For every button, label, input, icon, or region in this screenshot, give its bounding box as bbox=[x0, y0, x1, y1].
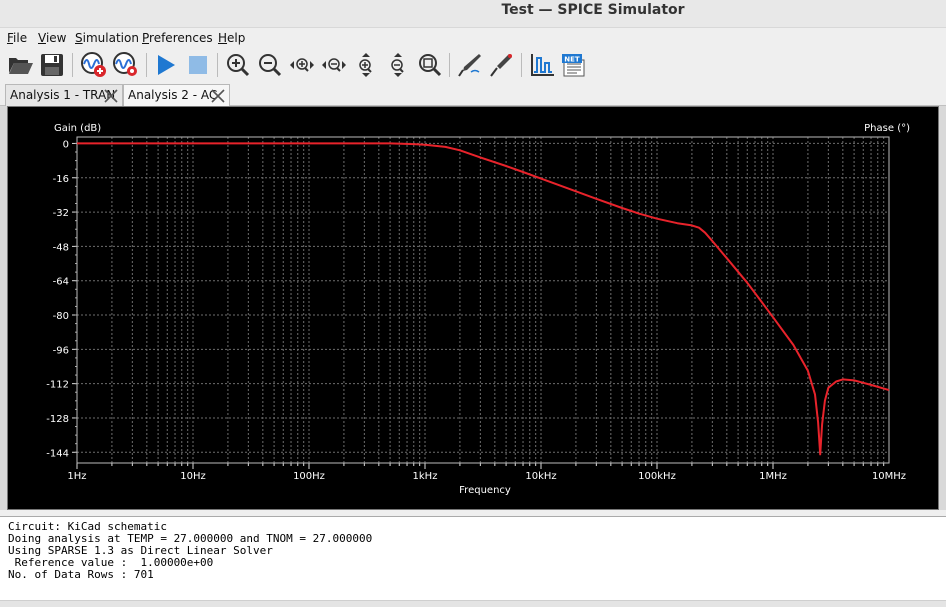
x-tick-label: 10MHz bbox=[872, 471, 906, 482]
x-tick-label: 10Hz bbox=[180, 471, 206, 482]
y-tick-label: -96 bbox=[53, 345, 69, 356]
x-tick-label: 1MHz bbox=[759, 471, 787, 482]
x-tick-label: 100kHz bbox=[638, 471, 676, 482]
toolbar-separator bbox=[146, 53, 147, 77]
stop-simulation-button[interactable] bbox=[184, 51, 212, 79]
save-button[interactable] bbox=[38, 51, 66, 79]
menu-simulation-mnemonic: S bbox=[75, 31, 83, 45]
menu-preferences-label: references bbox=[149, 31, 213, 45]
zoom-fit-icon bbox=[419, 54, 442, 77]
menu-help-label: elp bbox=[227, 31, 246, 45]
stop-simulation-icon bbox=[189, 56, 207, 74]
menu-view-mnemonic: V bbox=[38, 31, 46, 45]
window-title: Test — SPICE Simulator bbox=[501, 2, 685, 18]
zoom-in-horizontal-icon bbox=[290, 58, 314, 72]
zoom-in-vertical-button[interactable] bbox=[352, 51, 380, 79]
menu-file[interactable]: File bbox=[7, 31, 27, 45]
tune-button[interactable] bbox=[488, 51, 516, 79]
analysis-tab-bar: Analysis 1 - TRAN Analysis 2 - AC bbox=[0, 82, 946, 107]
open-button[interactable] bbox=[7, 51, 35, 79]
axis-labels: 0 -16 -32 -48 -64 -80 -96 -112 -128 -144 1Hz 10Hz 10… bbox=[46, 123, 910, 496]
title-bar: Test — SPICE Simulator bbox=[0, 0, 946, 28]
plot-grid bbox=[76, 137, 890, 463]
zoom-out-button[interactable] bbox=[256, 51, 284, 79]
menu-view-label: iew bbox=[45, 31, 67, 45]
toolbar-separator bbox=[72, 53, 73, 77]
y-tick-label: -48 bbox=[53, 242, 69, 253]
left-panel-edge bbox=[0, 106, 7, 510]
x-tick-label: 100Hz bbox=[293, 471, 325, 482]
toolbar: NET bbox=[0, 48, 946, 82]
bode-plot[interactable]: 0 -16 -32 -48 -64 -80 -96 -112 -128 -144 1Hz 10Hz 10… bbox=[8, 107, 938, 509]
probe-icon bbox=[458, 54, 481, 77]
console-line: No. of Data Rows : 701 bbox=[8, 568, 154, 581]
zoom-fit-button[interactable] bbox=[416, 51, 444, 79]
toolbar-separator bbox=[217, 53, 218, 77]
zoom-out-vertical-button[interactable] bbox=[384, 51, 412, 79]
x-tick-label: 1Hz bbox=[67, 471, 86, 482]
y-tick-label: -64 bbox=[53, 277, 69, 288]
netlist-icon: NET bbox=[562, 54, 585, 77]
probe-settings-button[interactable] bbox=[112, 51, 140, 79]
y-tick-label: 0 bbox=[63, 139, 69, 150]
zoom-in-vertical-icon bbox=[359, 53, 372, 77]
horizontal-scrollbar[interactable] bbox=[0, 600, 946, 607]
menu-preferences[interactable]: Preferences bbox=[142, 31, 213, 45]
zoom-out-horizontal-button[interactable] bbox=[320, 51, 348, 79]
x-tick-label: 1kHz bbox=[413, 471, 438, 482]
x-axis-title: Frequency bbox=[459, 485, 511, 496]
toolbar-separator bbox=[449, 53, 450, 77]
zoom-out-horizontal-icon bbox=[322, 58, 346, 72]
probe-button[interactable] bbox=[456, 51, 484, 79]
netlist-badge-label: NET bbox=[564, 56, 580, 64]
plot-settings-icon bbox=[531, 54, 554, 76]
zoom-in-icon bbox=[227, 54, 250, 77]
y-tick-label: -128 bbox=[46, 414, 69, 425]
run-simulation-icon bbox=[158, 55, 175, 75]
toolbar-separator bbox=[521, 53, 522, 77]
spice-simulator-window: Test — SPICE Simulator File View Simulat… bbox=[0, 0, 946, 607]
zoom-out-vertical-icon bbox=[391, 53, 404, 77]
simulation-console[interactable]: Circuit: KiCad schematic Doing analysis … bbox=[0, 516, 946, 600]
y-tick-label: -16 bbox=[53, 174, 69, 185]
y2-axis-title: Phase (°) bbox=[864, 123, 910, 134]
add-signals-icon bbox=[81, 52, 106, 77]
menu-file-label: ile bbox=[13, 31, 28, 45]
x-tick-label: 10kHz bbox=[525, 471, 556, 482]
save-icon bbox=[41, 54, 63, 76]
menu-bar: File View Simulation Preferences Help bbox=[0, 28, 946, 48]
open-folder-icon bbox=[9, 58, 33, 74]
y-tick-label: -144 bbox=[46, 448, 69, 459]
netlist-button[interactable]: NET bbox=[560, 51, 588, 79]
add-signals-button[interactable] bbox=[80, 51, 108, 79]
plot-settings-button[interactable] bbox=[528, 51, 556, 79]
menu-help[interactable]: Help bbox=[218, 31, 245, 45]
y-axis-title: Gain (dB) bbox=[54, 123, 101, 134]
tab-analysis-2-ac[interactable]: Analysis 2 - AC bbox=[123, 84, 230, 107]
menu-view[interactable]: View bbox=[38, 31, 66, 45]
right-panel-edge bbox=[939, 106, 946, 510]
close-tab-icon[interactable] bbox=[209, 87, 227, 105]
probe-settings-icon bbox=[113, 52, 137, 76]
menu-help-mnemonic: H bbox=[218, 31, 228, 45]
zoom-in-horizontal-button[interactable] bbox=[288, 51, 316, 79]
menu-simulation[interactable]: Simulation bbox=[75, 31, 139, 45]
y-tick-label: -80 bbox=[53, 311, 69, 322]
close-tab-icon[interactable] bbox=[102, 87, 120, 105]
tab-analysis-1-tran[interactable]: Analysis 1 - TRAN bbox=[5, 84, 123, 106]
zoom-out-icon bbox=[259, 54, 282, 77]
tab-label: Analysis 2 - AC bbox=[128, 88, 218, 102]
run-simulation-button[interactable] bbox=[152, 51, 180, 79]
y-tick-label: -112 bbox=[46, 380, 69, 391]
menu-simulation-label: imulation bbox=[82, 31, 139, 45]
plot-panel[interactable]: 0 -16 -32 -48 -64 -80 -96 -112 -128 -144 1Hz 10Hz 10… bbox=[7, 106, 939, 510]
tune-icon bbox=[490, 54, 512, 77]
y-tick-label: -32 bbox=[53, 208, 69, 219]
zoom-in-button[interactable] bbox=[224, 51, 252, 79]
tab-label: Analysis 1 - TRAN bbox=[10, 88, 116, 102]
menu-preferences-mnemonic: P bbox=[142, 31, 150, 45]
